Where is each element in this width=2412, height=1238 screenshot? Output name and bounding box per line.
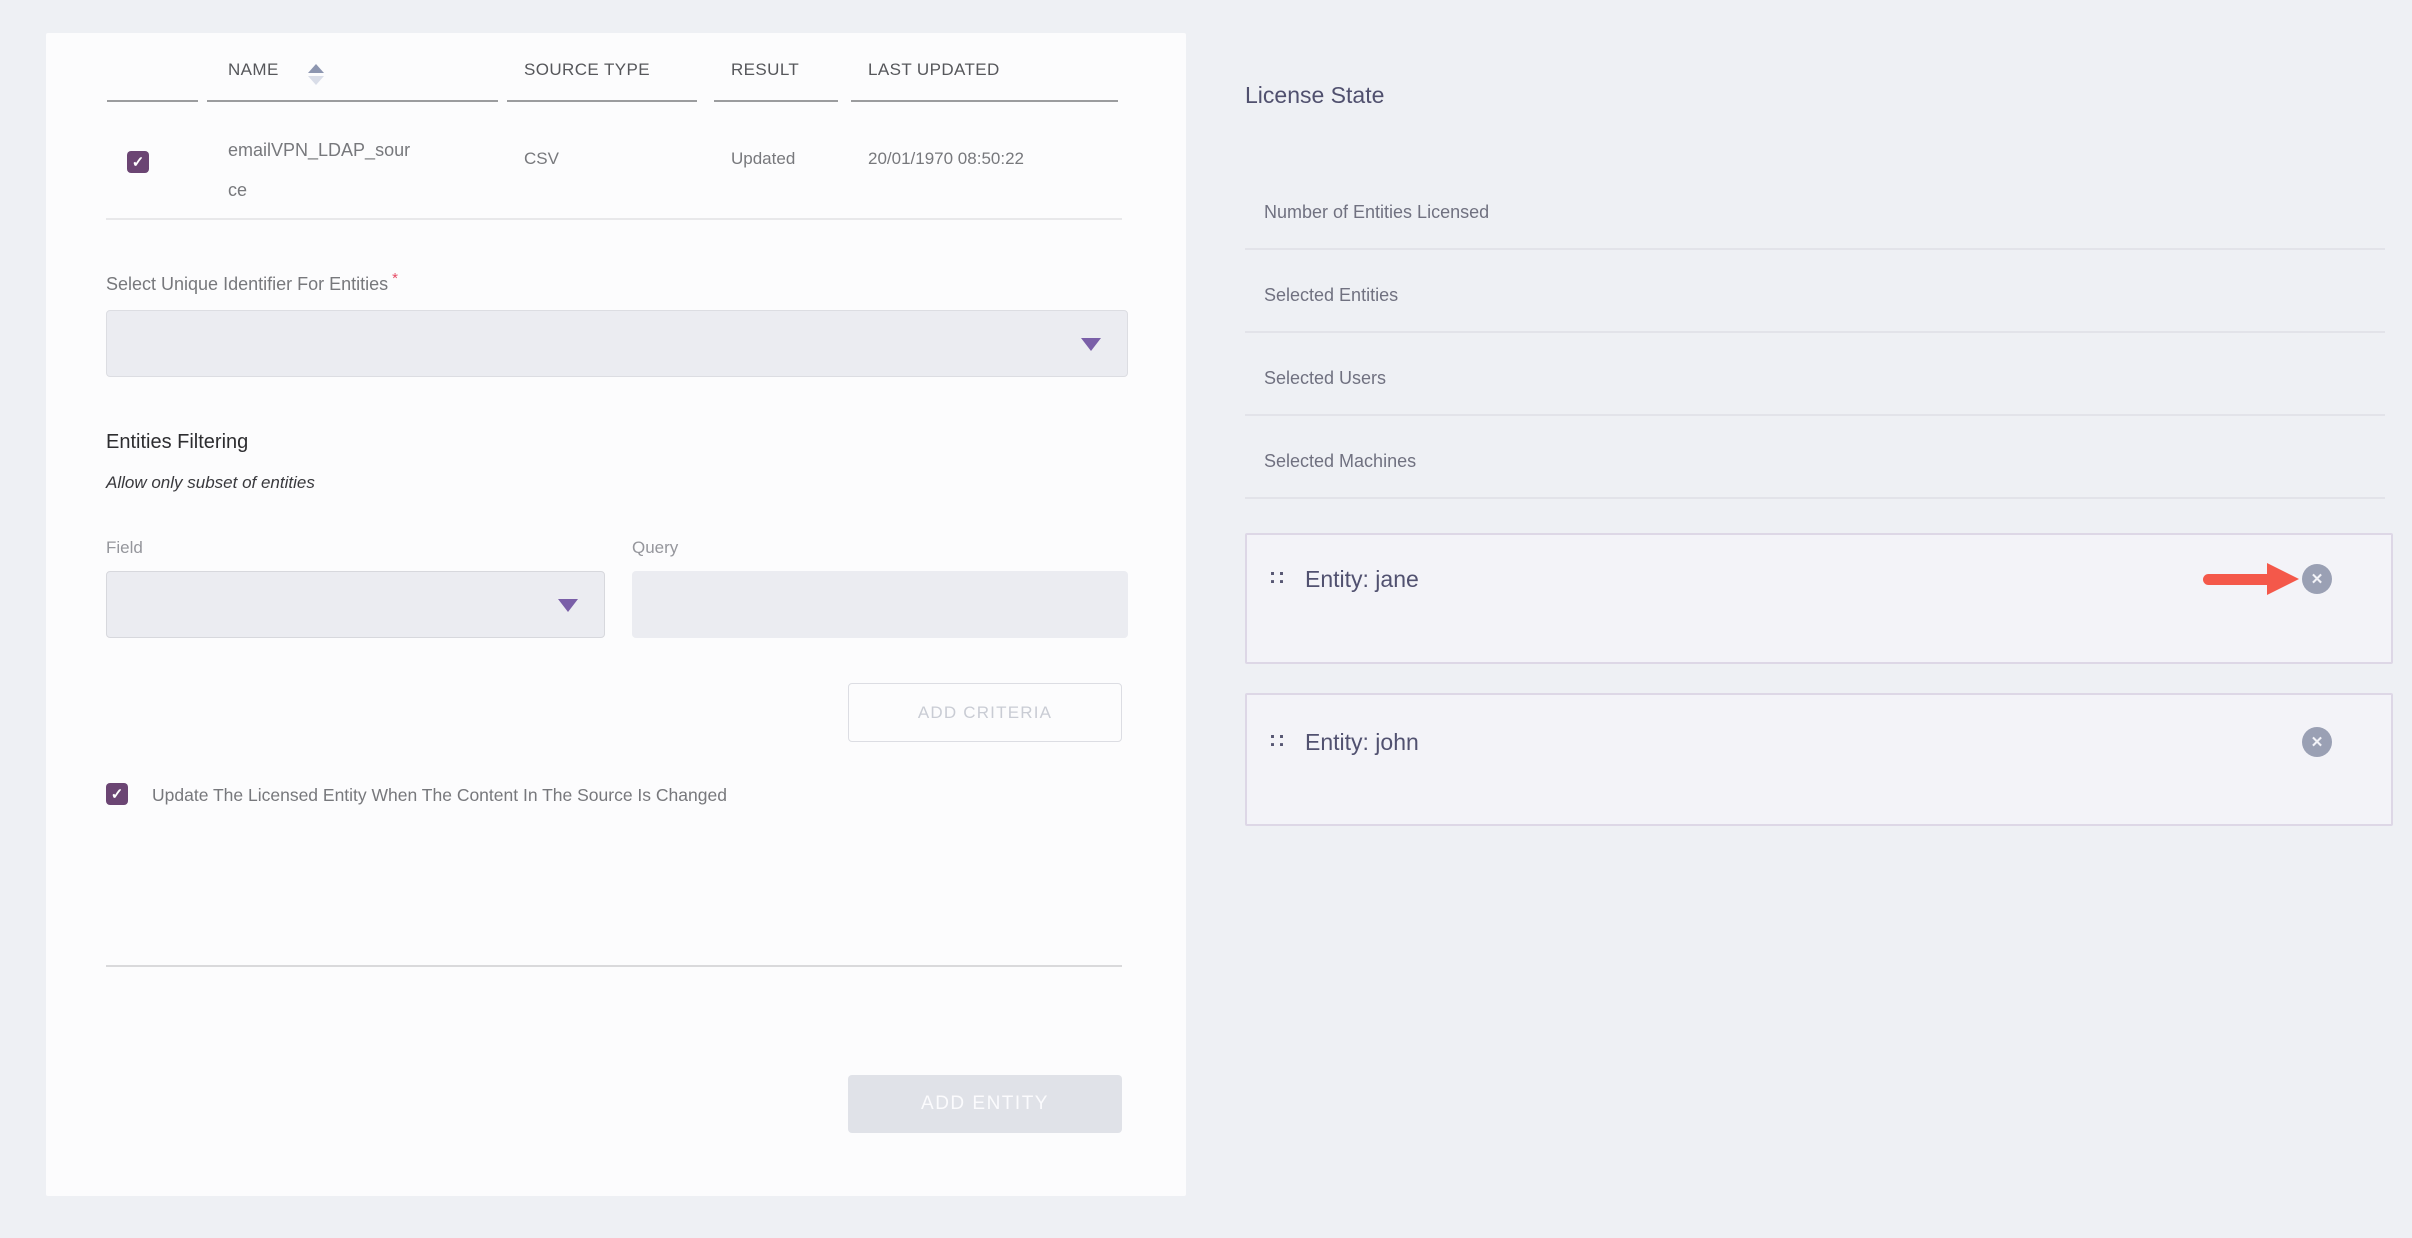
update-licensed-entity-label: Update The Licensed Entity When The Cont… <box>152 785 727 805</box>
section-divider <box>106 965 1122 967</box>
license-item-selected-users: Selected Users <box>1264 368 1387 388</box>
table-header-source-type: SOURCE TYPE <box>524 60 650 79</box>
list-divider <box>1245 248 2385 250</box>
cell-source-type: CSV <box>524 149 559 168</box>
field-label: Field <box>106 538 143 557</box>
entity-card-jane: :: Entity: jane <box>1245 533 2393 664</box>
header-underline <box>107 100 198 102</box>
cell-source-name: emailVPN_LDAP_source <box>228 140 411 200</box>
dropdown-caret-icon <box>558 598 578 612</box>
table-header-name[interactable]: NAME <box>228 60 279 80</box>
row-select-checkbox[interactable] <box>127 151 149 173</box>
add-criteria-button[interactable]: ADD CRITERIA <box>848 683 1122 742</box>
drag-handle-icon[interactable]: :: <box>1269 565 1287 589</box>
license-state-title: License State <box>1245 82 1385 108</box>
table-header-last-updated: LAST UPDATED <box>868 60 1000 79</box>
table-row-divider <box>106 218 1122 220</box>
sort-desc-arrow <box>308 76 324 85</box>
entity-card-label: Entity: jane <box>1305 566 1419 592</box>
table-header-result: RESULT <box>731 60 800 79</box>
update-licensed-entity-checkbox[interactable] <box>106 783 128 805</box>
add-entity-button[interactable]: ADD ENTITY <box>848 1075 1122 1133</box>
license-item-selected-machines: Selected Machines <box>1264 451 1417 471</box>
unique-identifier-select-value <box>107 333 121 353</box>
drag-handle-icon[interactable]: :: <box>1269 728 1287 752</box>
entity-card-john: :: Entity: john <box>1245 693 2393 826</box>
required-asterisk: * <box>392 270 398 287</box>
query-input[interactable] <box>632 571 1128 638</box>
entity-card-label: Entity: john <box>1305 729 1419 755</box>
sort-asc-arrow <box>308 64 324 73</box>
query-label: Query <box>632 538 679 557</box>
list-divider <box>1245 497 2385 499</box>
entities-filtering-title: Entities Filtering <box>106 431 249 453</box>
cell-result: Updated <box>731 149 796 168</box>
annotation-arrow-icon <box>2203 574 2277 585</box>
unique-identifier-select[interactable] <box>106 310 1128 377</box>
close-icon[interactable] <box>2302 727 2332 757</box>
header-underline <box>507 100 697 102</box>
license-item-entities-licensed: Number of Entities Licensed <box>1264 202 1490 222</box>
dropdown-caret-icon <box>1081 337 1101 351</box>
sort-icon[interactable] <box>308 64 324 85</box>
cell-last-updated: 20/01/1970 08:50:22 <box>868 149 1024 168</box>
field-select[interactable] <box>106 571 605 638</box>
close-icon[interactable] <box>2302 564 2332 594</box>
license-item-selected-entities: Selected Entities <box>1264 285 1399 305</box>
header-underline <box>851 100 1118 102</box>
field-select-value <box>107 594 121 614</box>
header-underline <box>714 100 838 102</box>
list-divider <box>1245 331 2385 333</box>
annotation-arrow-head <box>2267 563 2299 595</box>
header-underline <box>207 100 498 102</box>
entity-form-panel: NAME SOURCE TYPE RESULT LAST UPDATED ema… <box>46 33 1186 1196</box>
entities-filtering-subtitle: Allow only subset of entities <box>106 473 315 492</box>
list-divider <box>1245 414 2385 416</box>
unique-identifier-label-text: Select Unique Identifier For Entities <box>106 274 389 294</box>
unique-identifier-label: Select Unique Identifier For Entities * <box>106 270 398 295</box>
